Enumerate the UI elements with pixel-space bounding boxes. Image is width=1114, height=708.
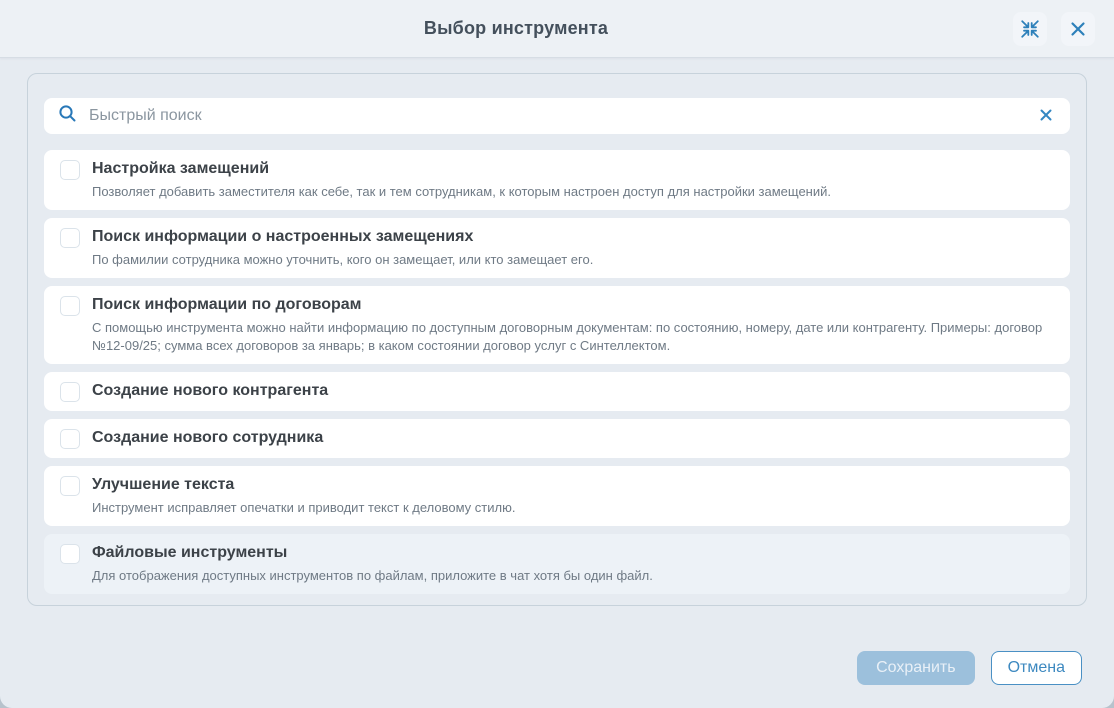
tool-row-new-employee[interactable]: Создание нового сотрудника [44,419,1070,458]
tool-text: Файловые инструменты Для отображения дос… [92,542,653,585]
tool-description: Позволяет добавить заместителя как себе,… [92,183,831,201]
tool-checkbox[interactable] [60,429,80,449]
tool-description: По фамилии сотрудника можно уточнить, ко… [92,251,593,269]
tool-title: Файловые инструменты [92,542,653,564]
tool-title: Поиск информации о настроенных замещения… [92,226,593,248]
tool-list: Настройка замещений Позволяет добавить з… [44,150,1070,594]
tool-text: Создание нового сотрудника [92,427,323,449]
tool-row-substitution-search[interactable]: Поиск информации о настроенных замещения… [44,218,1070,278]
cancel-button[interactable]: Отмена [991,651,1082,685]
search-icon [58,104,77,128]
save-button[interactable]: Сохранить [857,651,975,685]
tool-checkbox[interactable] [60,476,80,496]
dialog-body: Настройка замещений Позволяет добавить з… [0,58,1114,708]
tool-title: Создание нового контрагента [92,380,328,402]
tool-title: Улучшение текста [92,474,515,496]
tool-title: Настройка замещений [92,158,831,180]
tool-title: Создание нового сотрудника [92,427,323,449]
dialog-title: Выбор инструмента [19,18,1013,39]
tool-row-contract-search[interactable]: Поиск информации по договорам С помощью … [44,286,1070,364]
clear-search-button[interactable] [1036,105,1056,128]
close-dialog-button[interactable] [1061,12,1095,46]
tool-text: Улучшение текста Инструмент исправляет о… [92,474,515,517]
search-input[interactable] [87,106,1026,126]
compress-arrows-icon [1019,18,1041,40]
tool-text: Поиск информации по договорам С помощью … [92,294,1054,355]
tool-text: Создание нового контрагента [92,380,328,402]
expand-dialog-button[interactable] [1013,12,1047,46]
clear-x-icon [1038,107,1054,126]
tool-row-text-improvement[interactable]: Улучшение текста Инструмент исправляет о… [44,466,1070,526]
quick-search-box [44,98,1070,134]
tools-panel: Настройка замещений Позволяет добавить з… [27,73,1087,606]
tool-checkbox[interactable] [60,296,80,316]
tool-description: Для отображения доступных инструментов п… [92,567,653,585]
tool-row-substitution-setup[interactable]: Настройка замещений Позволяет добавить з… [44,150,1070,210]
tool-description: С помощью инструмента можно найти информ… [92,319,1054,355]
tool-checkbox[interactable] [60,228,80,248]
tool-title: Поиск информации по договорам [92,294,1054,316]
tool-row-file-tools[interactable]: Файловые инструменты Для отображения дос… [44,534,1070,594]
tool-text: Настройка замещений Позволяет добавить з… [92,158,831,201]
tool-checkbox[interactable] [60,160,80,180]
close-icon [1069,20,1087,38]
tool-description: Инструмент исправляет опечатки и приводи… [92,499,515,517]
tool-row-new-counterparty[interactable]: Создание нового контрагента [44,372,1070,411]
tool-checkbox[interactable] [60,544,80,564]
tool-text: Поиск информации о настроенных замещения… [92,226,593,269]
tool-selection-dialog: Выбор инструмента [0,0,1114,708]
dialog-footer: Сохранить Отмена [27,606,1087,685]
dialog-header: Выбор инструмента [0,0,1114,58]
tool-checkbox[interactable] [60,382,80,402]
